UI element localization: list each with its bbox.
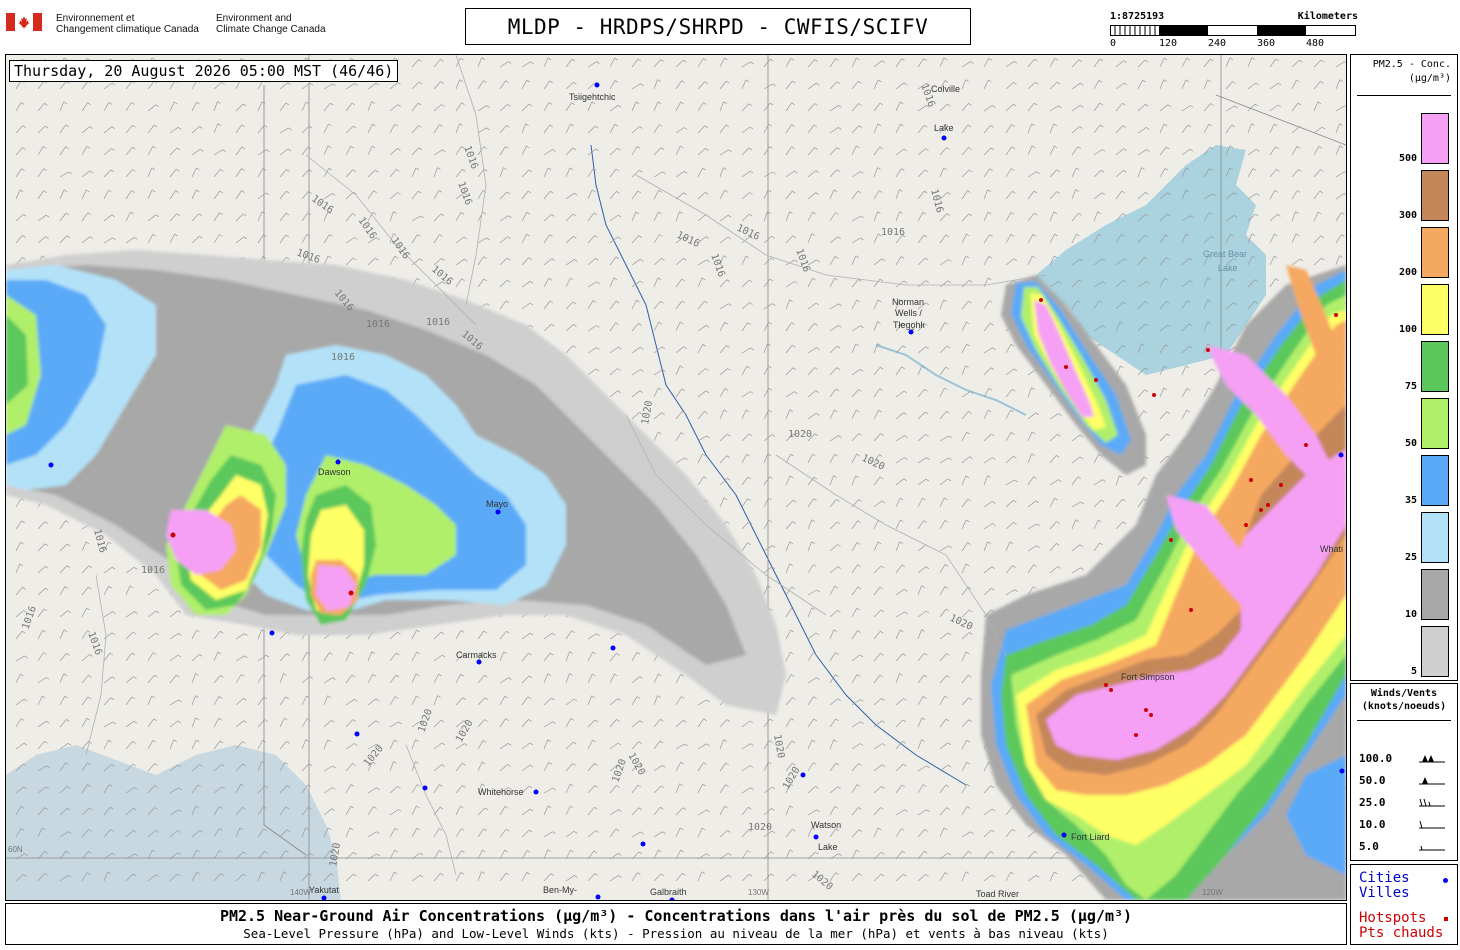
svg-text:Galbraith: Galbraith	[650, 887, 687, 897]
wind-row: 25.0	[1359, 796, 1451, 812]
caption-line-1: PM2.5 Near-Ground Air Concentrations (µg…	[219, 907, 1133, 925]
hotspots-label: Hotspots	[1359, 910, 1427, 926]
markers-legend: Cities Villes Hotspots Pts chauds	[1350, 864, 1458, 945]
pts-chauds-label: Pts chauds	[1359, 925, 1444, 941]
government-header: Environnement et Changement climatique Ca…	[6, 10, 346, 40]
svg-text:Fort Simpson: Fort Simpson	[1121, 672, 1175, 682]
svg-text:Wells /: Wells /	[895, 308, 922, 318]
legend-swatch	[1421, 569, 1449, 620]
caption-line-2: Sea-Level Pressure (hPa) and Low-Level W…	[243, 926, 1109, 941]
legend-swatch	[1421, 512, 1449, 563]
legend-swatch	[1421, 398, 1449, 449]
legend-swatch	[1421, 284, 1449, 335]
legend-bin-label: 5	[1410, 666, 1417, 677]
city-dot-icon	[1443, 878, 1448, 883]
map-panel[interactable]: 1016 1016 1016 1016 1016 1016 1016 1016 …	[5, 54, 1347, 901]
svg-text:140W: 140W	[290, 888, 311, 897]
legend-bin-label: 75	[1404, 381, 1417, 392]
svg-text:Toad River: Toad River	[976, 889, 1019, 899]
svg-text:Carmacks: Carmacks	[456, 650, 497, 660]
svg-text:1016: 1016	[426, 317, 450, 328]
legend-bin-label: 300	[1398, 210, 1417, 221]
winds-legend-title: Winds/Vents (knots/noeuds)	[1361, 688, 1447, 712]
pm25-legend: PM2.5 - Conc. (µg/m³) 500 300 200 100 75 50 35…	[1350, 54, 1458, 681]
scale-ruler	[1110, 25, 1356, 36]
svg-text:Norman: Norman	[892, 297, 924, 307]
svg-text:130W: 130W	[748, 888, 769, 897]
wind-row: 100.0	[1359, 752, 1451, 768]
barb-full-icon	[1419, 820, 1445, 829]
winds-legend: Winds/Vents (knots/noeuds) 100.0 50.0 25…	[1350, 683, 1458, 861]
legend-bin-label: 200	[1398, 267, 1417, 278]
scale-tick: 360	[1257, 38, 1276, 49]
svg-text:Dawson: Dawson	[318, 467, 351, 477]
svg-text:Tłegǫhłı: Tłegǫhłı	[893, 320, 925, 330]
svg-text:Yakutat: Yakutat	[309, 885, 339, 895]
svg-text:Tsiigehtchic: Tsiigehtchic	[569, 92, 616, 102]
barb-two-half-icon	[1419, 798, 1445, 807]
svg-text:1016: 1016	[331, 352, 355, 363]
svg-text:1020: 1020	[748, 822, 772, 833]
map-caption: PM2.5 Near-Ground Air Concentrations (µg…	[5, 903, 1347, 945]
svg-text:Great Bear: Great Bear	[1203, 249, 1247, 259]
svg-text:Mayo: Mayo	[486, 499, 508, 509]
product-title: MLDP - HRDPS/SHRPD - CWFIS/SCIFV	[465, 8, 971, 45]
svg-text:Ben-My-: Ben-My-	[543, 885, 577, 895]
forecast-timestamp: Thursday, 20 August 2026 05:00 MST (46/4…	[9, 60, 399, 82]
svg-text:60N: 60N	[8, 845, 23, 854]
legend-bin-label: 25	[1404, 552, 1417, 563]
legend-swatch	[1421, 455, 1449, 506]
barb-half-icon	[1419, 845, 1445, 851]
svg-text:1020: 1020	[788, 429, 812, 440]
scale-tick: 120	[1159, 38, 1178, 49]
scale-unit: Kilometers	[1297, 11, 1358, 22]
canada-flag-icon	[6, 13, 42, 31]
hotspot-square-icon	[1444, 917, 1448, 921]
legend-title: PM2.5 - Conc. (µg/m³)	[1372, 59, 1451, 84]
svg-text:120W: 120W	[1202, 888, 1223, 897]
svg-text:Lake: Lake	[1218, 263, 1238, 273]
villes-label: Villes	[1359, 885, 1410, 901]
legend-swatch	[1421, 170, 1449, 221]
legend-bin-label: 500	[1398, 153, 1417, 164]
scale-tick: 0	[1110, 38, 1117, 49]
scale-tick: 480	[1306, 38, 1325, 49]
svg-text:Colville: Colville	[931, 84, 960, 94]
scale-ratio: 1:8725193	[1110, 11, 1165, 22]
legend-bin-label: 35	[1404, 495, 1417, 506]
agency-name-fr: Environnement et Changement climatique Ca…	[56, 13, 199, 35]
barb-pennants-icon	[1419, 755, 1445, 763]
legend-swatch	[1421, 227, 1449, 278]
wind-row: 5.0	[1359, 840, 1451, 856]
legend-swatch	[1421, 113, 1449, 164]
svg-text:1016: 1016	[881, 227, 905, 238]
svg-text:Whitehorse: Whitehorse	[478, 787, 524, 797]
legend-bin-label: 10	[1404, 609, 1417, 620]
svg-text:Lake: Lake	[934, 123, 954, 133]
legend-bin-label: 100	[1398, 324, 1417, 335]
svg-text:1016: 1016	[141, 565, 165, 576]
legend-bin-label: 50	[1404, 438, 1417, 449]
legend-swatch	[1421, 341, 1449, 392]
svg-text:Fort Liard: Fort Liard	[1071, 832, 1110, 842]
svg-text:Whati: Whati	[1320, 544, 1343, 554]
agency-name-en: Environment and Climate Change Canada	[216, 13, 326, 35]
svg-text:Lake: Lake	[818, 842, 838, 852]
scale-tick: 240	[1208, 38, 1227, 49]
barb-pennant-icon	[1419, 777, 1445, 785]
scale-bar: 1:8725193 Kilometers 0 120 240 360 480	[1110, 9, 1360, 53]
svg-text:Watson: Watson	[811, 820, 841, 830]
svg-text:1016: 1016	[366, 319, 390, 330]
wind-row: 50.0	[1359, 774, 1451, 790]
wind-row: 10.0	[1359, 818, 1451, 834]
cities-label: Cities	[1359, 870, 1410, 886]
map-canvas[interactable]: 1016 1016 1016 1016 1016 1016 1016 1016 …	[6, 55, 1346, 900]
legend-swatch	[1421, 626, 1449, 677]
